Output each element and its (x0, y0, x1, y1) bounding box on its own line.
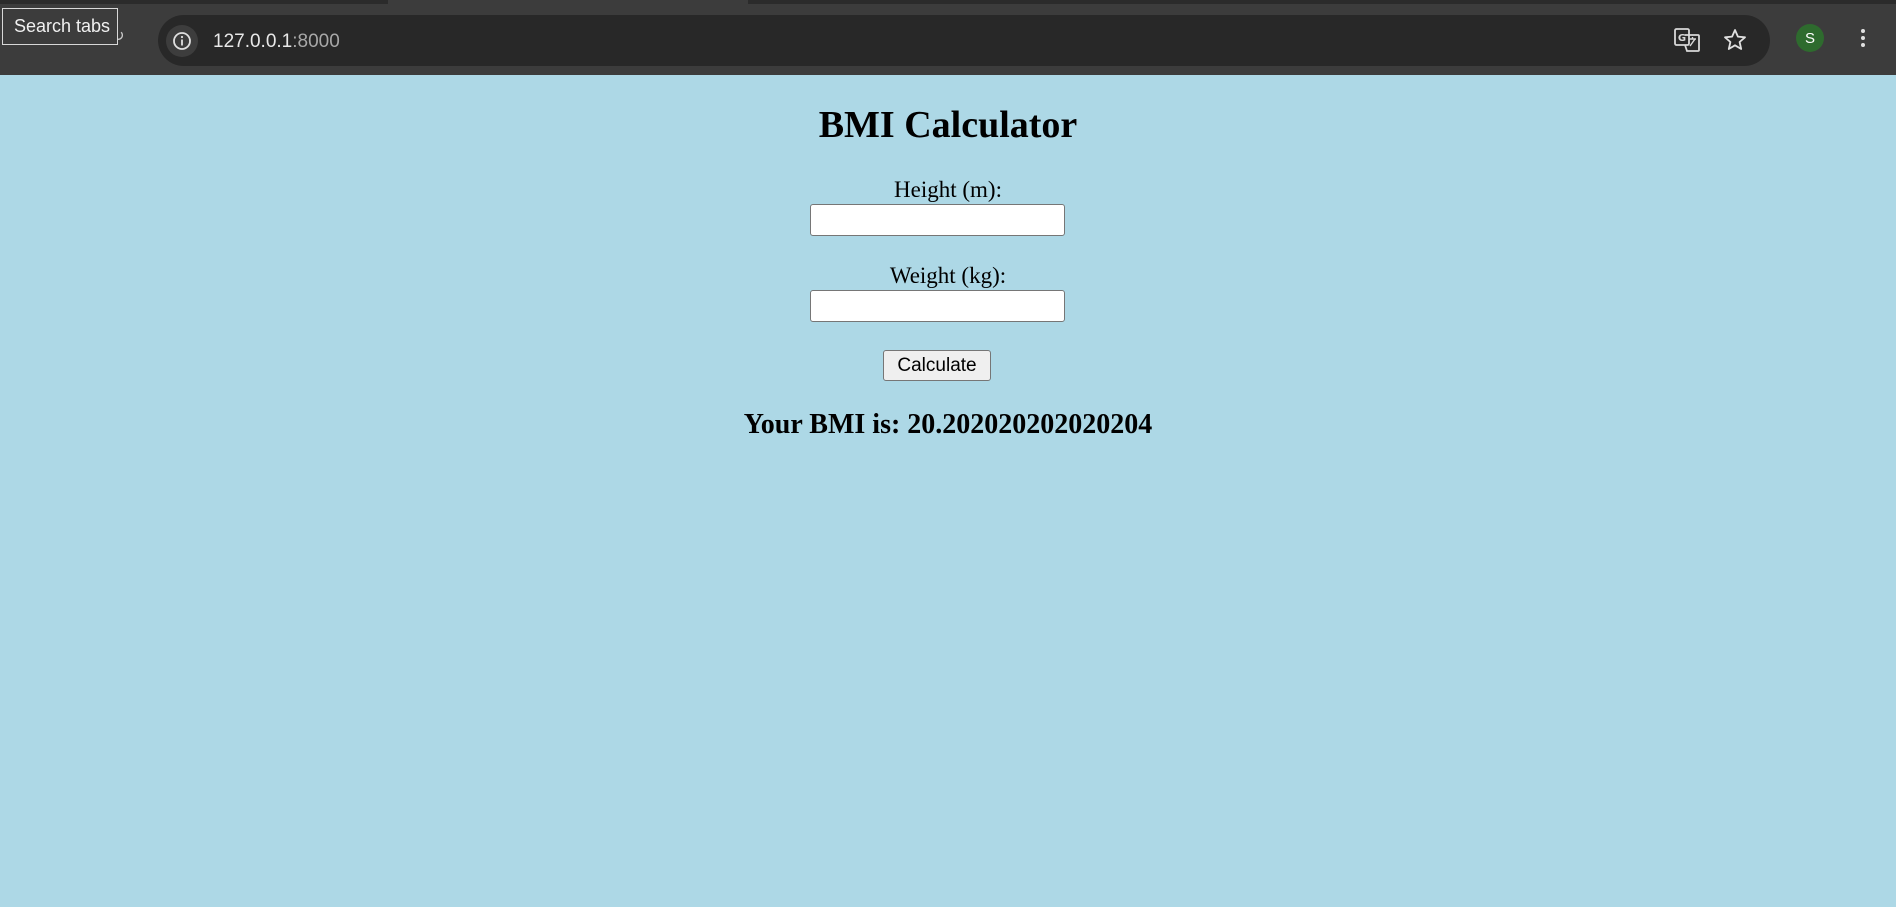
address-url[interactable]: 127.0.0.1:8000 (213, 30, 340, 54)
address-bar[interactable] (158, 15, 1770, 66)
browser-toolbar: ← → ↻ 127.0.0.1:8000 G S (0, 4, 1896, 75)
page-title: BMI Calculator (818, 104, 1078, 146)
star-icon[interactable] (1722, 27, 1748, 53)
browser-chrome: ← → ↻ 127.0.0.1:8000 G S (0, 0, 1896, 75)
url-port: :8000 (292, 31, 340, 52)
bmi-result: Your BMI is: 20.202020202020204 (743, 409, 1153, 440)
translate-icon[interactable]: G (1674, 27, 1700, 53)
weight-label: Weight (kg): (889, 263, 1007, 288)
kebab-menu-icon[interactable] (1852, 26, 1874, 50)
url-host: 127.0.0.1 (213, 31, 293, 52)
info-icon[interactable] (166, 25, 198, 57)
page-content: BMI Calculator Height (m): Weight (kg): … (0, 75, 1896, 907)
height-label: Height (m): (894, 177, 1002, 202)
svg-text:G: G (1678, 33, 1686, 44)
profile-avatar[interactable]: S (1796, 24, 1824, 52)
height-input[interactable] (810, 204, 1065, 236)
search-tabs-tooltip: Search tabs (2, 8, 118, 45)
calculate-button[interactable]: Calculate (883, 350, 991, 381)
weight-input[interactable] (810, 290, 1065, 322)
